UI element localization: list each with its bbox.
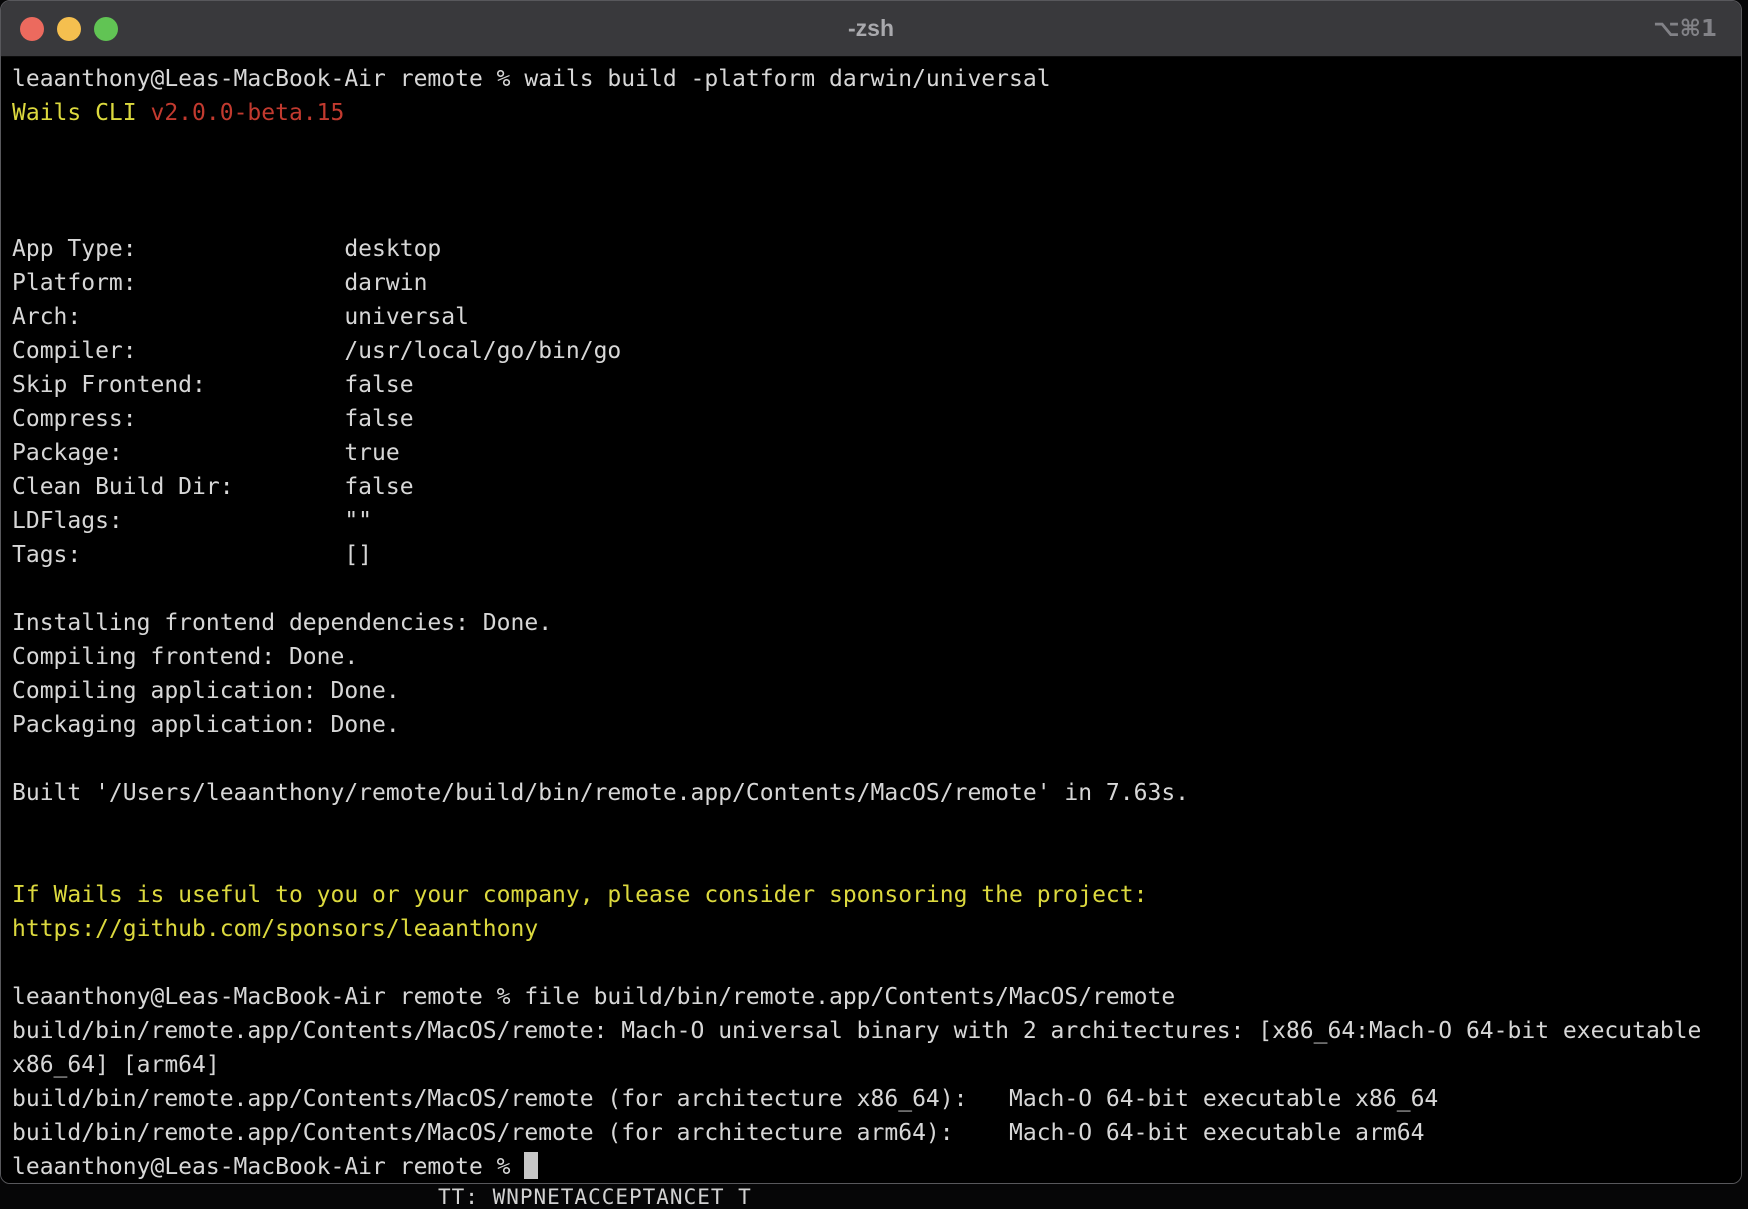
output-line: Built '/Users/leaanthony/remote/build/bi… <box>12 776 1741 810</box>
output-line: Installing frontend dependencies: Done. <box>12 606 1741 640</box>
close-button[interactable] <box>20 17 44 41</box>
prompt-line: leaanthony@Leas-MacBook-Air remote % <box>12 1150 1741 1184</box>
text-segment: Compiler: /usr/local/go/bin/go <box>12 338 621 364</box>
zoom-button[interactable] <box>94 17 118 41</box>
blank-line <box>12 198 1741 232</box>
text-segment: leaanthony@Leas-MacBook-Air remote % wai… <box>12 66 1051 92</box>
output-line: Clean Build Dir: false <box>12 470 1741 504</box>
obscured-text-sliver: TT: WNPNETACCEPTANCET T <box>438 1185 752 1209</box>
text-segment: Packaging application: Done. <box>12 712 400 738</box>
blank-line <box>12 810 1741 844</box>
text-segment: Package: true <box>12 440 400 466</box>
output-line: Compress: false <box>12 402 1741 436</box>
text-segment: Compiling application: Done. <box>12 678 400 704</box>
output-line: Arch: universal <box>12 300 1741 334</box>
text-segment: App Type: desktop <box>12 236 441 262</box>
output-line: Compiling application: Done. <box>12 674 1741 708</box>
output-line: build/bin/remote.app/Contents/MacOS/remo… <box>12 1082 1741 1116</box>
text-segment: Platform: darwin <box>12 270 427 296</box>
output-line: https://github.com/sponsors/leaanthony <box>12 912 1741 946</box>
minimize-button[interactable] <box>57 17 81 41</box>
window-title: -zsh <box>1 1 1741 56</box>
text-segment: https://github.com/sponsors/leaanthony <box>12 916 538 942</box>
blank-line <box>12 742 1741 776</box>
output-line: LDFlags: "" <box>12 504 1741 538</box>
output-line: build/bin/remote.app/Contents/MacOS/remo… <box>12 1014 1741 1048</box>
text-segment: leaanthony@Leas-MacBook-Air remote % <box>12 1154 524 1180</box>
prompt-line: leaanthony@Leas-MacBook-Air remote % wai… <box>12 62 1741 96</box>
output-line: Package: true <box>12 436 1741 470</box>
output-line: x86_64] [arm64] <box>12 1048 1741 1082</box>
output-line: Compiling frontend: Done. <box>12 640 1741 674</box>
output-line: build/bin/remote.app/Contents/MacOS/remo… <box>12 1116 1741 1150</box>
traffic-lights <box>20 17 118 41</box>
text-segment: Compress: false <box>12 406 414 432</box>
output-line: If Wails is useful to you or your compan… <box>12 878 1741 912</box>
terminal-cursor <box>524 1152 538 1179</box>
titlebar[interactable]: -zsh ⌥⌘1 <box>1 1 1741 57</box>
text-segment: build/bin/remote.app/Contents/MacOS/remo… <box>12 1018 1701 1044</box>
text-segment: Built '/Users/leaanthony/remote/build/bi… <box>12 780 1189 806</box>
prompt-line: leaanthony@Leas-MacBook-Air remote % fil… <box>12 980 1741 1014</box>
text-segment: Skip Frontend: false <box>12 372 414 398</box>
output-line: Platform: darwin <box>12 266 1741 300</box>
window-shortcut-badge: ⌥⌘1 <box>1653 1 1717 56</box>
blank-line <box>12 844 1741 878</box>
screen: { "window": { "title": "-zsh", "shortcut… <box>0 0 1748 1192</box>
blank-line <box>12 164 1741 198</box>
output-line: App Type: desktop <box>12 232 1741 266</box>
text-segment: Arch: universal <box>12 304 469 330</box>
text-segment: build/bin/remote.app/Contents/MacOS/remo… <box>12 1120 1424 1146</box>
output-line: Compiler: /usr/local/go/bin/go <box>12 334 1741 368</box>
text-segment: LDFlags: "" <box>12 508 372 534</box>
terminal-window: -zsh ⌥⌘1 leaanthony@Leas-MacBook-Air rem… <box>0 0 1742 1184</box>
text-segment: If Wails is useful to you or your compan… <box>12 882 1147 908</box>
text-segment: x86_64] [arm64] <box>12 1052 220 1078</box>
text-segment: Installing frontend dependencies: Done. <box>12 610 552 636</box>
text-segment: Wails CLI <box>12 100 150 126</box>
text-segment: leaanthony@Leas-MacBook-Air remote % fil… <box>12 984 1175 1010</box>
blank-line <box>12 946 1741 980</box>
output-line: Packaging application: Done. <box>12 708 1741 742</box>
output-line: Skip Frontend: false <box>12 368 1741 402</box>
blank-line <box>12 130 1741 164</box>
text-segment: Tags: [] <box>12 542 372 568</box>
text-segment: build/bin/remote.app/Contents/MacOS/remo… <box>12 1086 1438 1112</box>
text-segment: Clean Build Dir: false <box>12 474 414 500</box>
blank-line <box>12 572 1741 606</box>
text-segment: Compiling frontend: Done. <box>12 644 358 670</box>
text-segment: v2.0.0-beta.15 <box>150 100 344 126</box>
output-line: Tags: [] <box>12 538 1741 572</box>
terminal-output[interactable]: leaanthony@Leas-MacBook-Air remote % wai… <box>1 58 1741 1183</box>
output-line: Wails CLI v2.0.0-beta.15 <box>12 96 1741 130</box>
